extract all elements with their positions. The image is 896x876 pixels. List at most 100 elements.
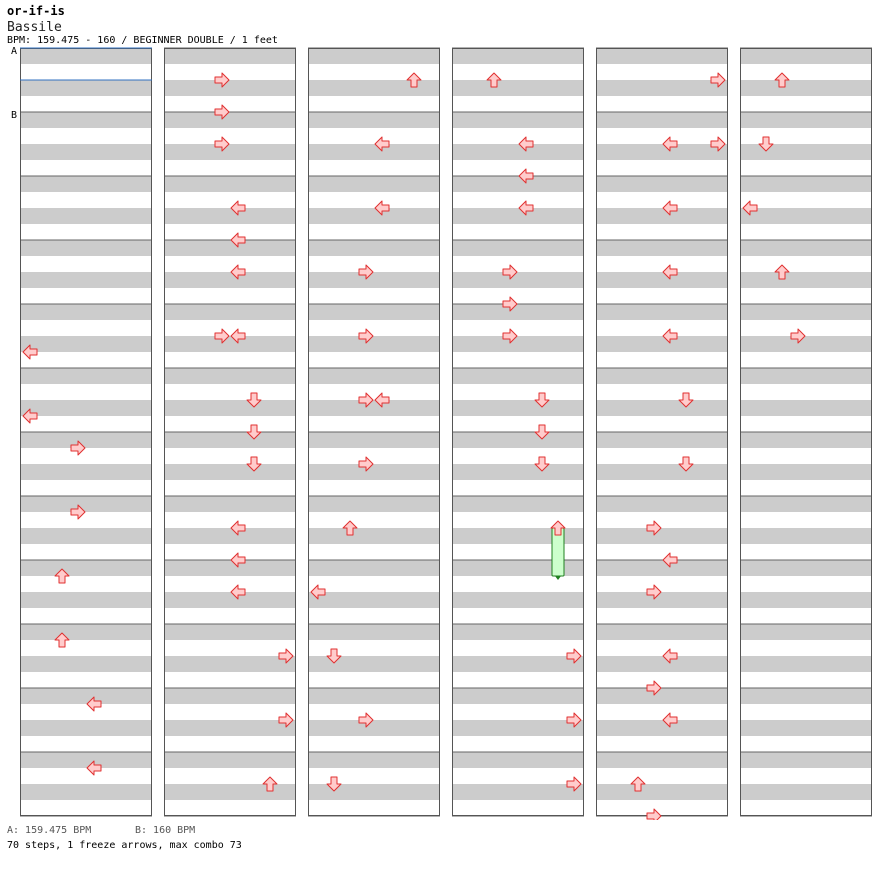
beat-stripe bbox=[164, 176, 296, 192]
beat-stripe bbox=[740, 208, 872, 224]
beat-stripe bbox=[164, 528, 296, 544]
beat-stripe bbox=[308, 784, 440, 800]
beat-stripe bbox=[452, 272, 584, 288]
beat-stripe bbox=[596, 336, 728, 352]
beat-stripe bbox=[20, 272, 152, 288]
beat-stripe bbox=[452, 432, 584, 448]
beat-stripe bbox=[740, 624, 872, 640]
beat-stripe bbox=[452, 656, 584, 672]
beat-stripe bbox=[740, 752, 872, 768]
beat-stripe bbox=[308, 176, 440, 192]
beat-stripe bbox=[164, 752, 296, 768]
beat-stripe bbox=[308, 80, 440, 96]
beat-stripe bbox=[20, 560, 152, 576]
beat-stripe bbox=[20, 240, 152, 256]
beat-stripe bbox=[452, 240, 584, 256]
beat-stripe bbox=[740, 48, 872, 64]
beat-stripe bbox=[596, 784, 728, 800]
beat-stripe bbox=[596, 240, 728, 256]
beat-stripe bbox=[452, 624, 584, 640]
beat-stripe bbox=[596, 144, 728, 160]
beat-stripe bbox=[452, 368, 584, 384]
step-chart bbox=[20, 47, 872, 820]
beat-stripe bbox=[20, 176, 152, 192]
beat-stripe bbox=[740, 176, 872, 192]
beat-stripe bbox=[740, 496, 872, 512]
beat-stripe bbox=[164, 656, 296, 672]
beat-stripe bbox=[740, 368, 872, 384]
beat-stripe bbox=[740, 688, 872, 704]
beat-stripe bbox=[452, 784, 584, 800]
beat-stripe bbox=[164, 336, 296, 352]
beat-stripe bbox=[740, 144, 872, 160]
bpm-legend-a: A: 159.475 BPM bbox=[7, 825, 92, 836]
beat-stripe bbox=[452, 752, 584, 768]
bpm-legend-b: B: 160 BPM bbox=[135, 825, 196, 836]
beat-stripe bbox=[740, 304, 872, 320]
beat-stripe bbox=[164, 272, 296, 288]
bpm-marker-a: A bbox=[11, 46, 18, 57]
beat-stripe bbox=[740, 464, 872, 480]
step-summary: 70 steps, 1 freeze arrows, max combo 73 bbox=[7, 840, 242, 851]
beat-stripe bbox=[740, 720, 872, 736]
beat-stripe bbox=[596, 592, 728, 608]
beat-stripe bbox=[452, 144, 584, 160]
beat-stripe bbox=[308, 400, 440, 416]
beat-stripe bbox=[164, 304, 296, 320]
beat-stripe bbox=[164, 400, 296, 416]
beat-stripe bbox=[164, 496, 296, 512]
beat-stripe bbox=[308, 432, 440, 448]
beat-stripe bbox=[20, 304, 152, 320]
beat-stripe bbox=[596, 496, 728, 512]
beat-stripe bbox=[20, 112, 152, 128]
beat-stripe bbox=[596, 400, 728, 416]
beat-stripe bbox=[596, 624, 728, 640]
bpm-marker-b: B bbox=[11, 110, 18, 121]
beat-stripe bbox=[452, 400, 584, 416]
beat-stripe bbox=[308, 240, 440, 256]
beat-stripe bbox=[452, 688, 584, 704]
beat-stripe bbox=[740, 336, 872, 352]
beat-stripe bbox=[740, 784, 872, 800]
beat-stripe bbox=[308, 752, 440, 768]
beat-stripe bbox=[596, 176, 728, 192]
beat-stripe bbox=[596, 752, 728, 768]
beat-stripe bbox=[20, 592, 152, 608]
beat-stripe bbox=[20, 336, 152, 352]
beat-stripe bbox=[596, 432, 728, 448]
beat-stripe bbox=[20, 656, 152, 672]
beat-stripe bbox=[740, 560, 872, 576]
beat-stripe bbox=[20, 688, 152, 704]
beat-stripe bbox=[596, 368, 728, 384]
beat-stripe bbox=[308, 368, 440, 384]
beat-stripe bbox=[20, 528, 152, 544]
beat-stripe bbox=[20, 624, 152, 640]
beat-stripe bbox=[452, 112, 584, 128]
beat-stripe bbox=[164, 368, 296, 384]
beat-stripe bbox=[452, 80, 584, 96]
beat-stripe bbox=[308, 592, 440, 608]
beat-stripe bbox=[596, 560, 728, 576]
beat-stripe bbox=[20, 48, 152, 64]
beat-stripe bbox=[164, 48, 296, 64]
beat-stripe bbox=[308, 304, 440, 320]
beat-stripe bbox=[740, 240, 872, 256]
beat-stripe bbox=[20, 208, 152, 224]
beat-stripe bbox=[20, 144, 152, 160]
beat-stripe bbox=[164, 560, 296, 576]
beat-stripe bbox=[164, 208, 296, 224]
beat-stripe bbox=[596, 112, 728, 128]
beat-stripe bbox=[308, 272, 440, 288]
beat-stripe bbox=[740, 528, 872, 544]
beat-stripe bbox=[740, 80, 872, 96]
beat-stripe bbox=[740, 432, 872, 448]
beat-stripe bbox=[452, 48, 584, 64]
beat-stripe bbox=[596, 48, 728, 64]
beat-stripe bbox=[452, 464, 584, 480]
beat-stripe bbox=[20, 432, 152, 448]
beat-stripe bbox=[164, 784, 296, 800]
beat-stripe bbox=[452, 176, 584, 192]
beat-stripe bbox=[20, 784, 152, 800]
beat-stripe bbox=[164, 112, 296, 128]
beat-stripe bbox=[452, 208, 584, 224]
